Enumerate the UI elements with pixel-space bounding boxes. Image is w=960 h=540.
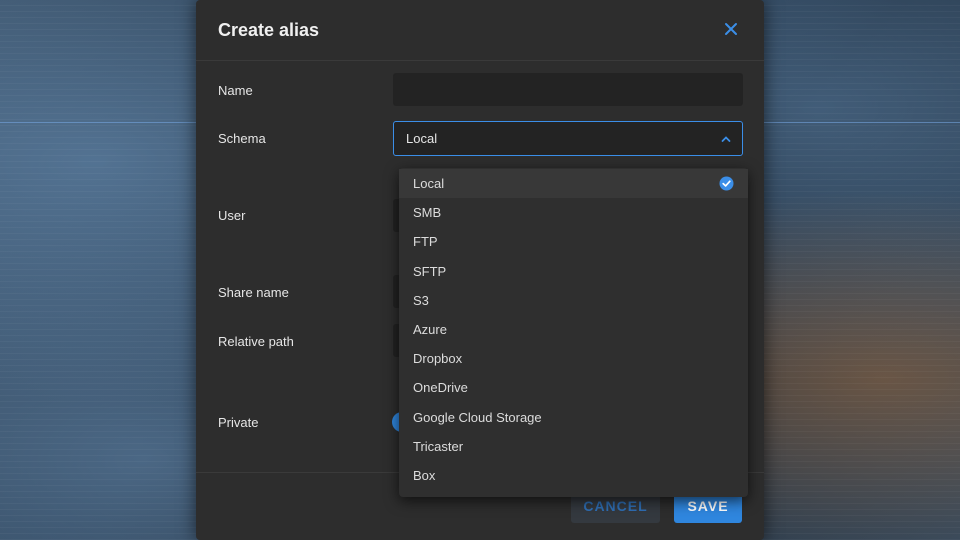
schema-option-label: SMB: [413, 205, 442, 221]
schema-label: Schema: [218, 131, 266, 146]
check-circle-icon: [719, 176, 734, 191]
schema-option-label: FTP: [413, 234, 438, 250]
schema-option-label: Google Cloud Storage: [413, 409, 542, 425]
schema-option-label: S3: [413, 292, 429, 308]
user-label: User: [218, 208, 246, 223]
schema-select[interactable]: Local: [393, 121, 743, 156]
schema-option-onedrive[interactable]: OneDrive: [399, 373, 748, 402]
private-label: Private: [218, 415, 259, 430]
schema-option-azure[interactable]: Azure: [399, 315, 748, 344]
schema-option-smb[interactable]: SMB: [399, 198, 748, 227]
close-icon: [725, 23, 737, 35]
schema-option-s3[interactable]: S3: [399, 286, 748, 315]
schema-option-google-cloud-storage[interactable]: Google Cloud Storage: [399, 403, 748, 432]
schema-option-label: Box: [413, 467, 436, 483]
dialog-header: Create alias: [196, 0, 764, 61]
relative-path-label: Relative path: [218, 334, 294, 349]
schema-select-value: Local: [406, 131, 438, 146]
schema-option-label: SFTP: [413, 263, 447, 279]
schema-option-local[interactable]: Local: [399, 169, 748, 199]
schema-option-label: Tricaster: [413, 438, 464, 454]
schema-option-box[interactable]: Box: [399, 461, 748, 490]
name-label: Name: [218, 83, 253, 98]
schema-option-label: Azure: [413, 321, 447, 337]
name-input[interactable]: [393, 73, 743, 106]
schema-dropdown-menu: Local SMB FTP SFTP S3 Azure Dropbox OneD…: [399, 168, 748, 497]
schema-option-label: Dropbox: [413, 351, 463, 367]
schema-option-dropbox[interactable]: Dropbox: [399, 344, 748, 373]
schema-option-sftp[interactable]: SFTP: [399, 257, 748, 286]
close-button[interactable]: [720, 18, 742, 40]
schema-option-label: OneDrive: [413, 380, 468, 396]
dialog-title: Create alias: [218, 20, 320, 40]
share-name-label: Share name: [218, 285, 289, 300]
chevron-up-icon: [721, 136, 731, 142]
schema-option-label: Local: [413, 176, 445, 191]
schema-option-ftp[interactable]: FTP: [399, 227, 748, 256]
schema-option-tricaster[interactable]: Tricaster: [399, 432, 748, 461]
